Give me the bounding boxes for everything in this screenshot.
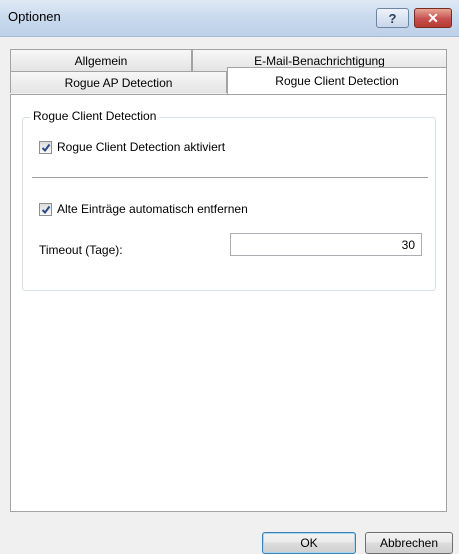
ok-button[interactable]: OK	[262, 532, 356, 554]
group-label: Rogue Client Detection	[30, 109, 160, 123]
auto-remove-checkbox[interactable]	[39, 202, 52, 216]
checkmark-icon	[41, 205, 51, 214]
enable-detection-label: Rogue Client Detection aktiviert	[57, 140, 226, 154]
tab-rogue-ap-detection[interactable]: Rogue AP Detection	[10, 71, 227, 93]
tab-label: Rogue Client Detection	[275, 74, 399, 88]
enable-detection-row[interactable]: Rogue Client Detection aktiviert	[39, 140, 225, 154]
timeout-input[interactable]	[230, 233, 422, 256]
title-bar: Optionen ? ✕	[0, 0, 459, 37]
close-icon: ✕	[427, 9, 439, 26]
close-button[interactable]: ✕	[414, 8, 452, 28]
divider	[32, 177, 428, 178]
tab-label: Rogue AP Detection	[64, 75, 173, 90]
checkmark-icon	[41, 143, 51, 152]
auto-remove-label: Alte Einträge automatisch entfernen	[57, 202, 248, 216]
cancel-button[interactable]: Abbrechen	[365, 532, 453, 554]
help-icon: ?	[388, 10, 397, 26]
help-button[interactable]: ?	[376, 8, 409, 28]
tab-label: E-Mail-Benachrichtigung	[254, 53, 385, 68]
tab-rogue-client-detection[interactable]: Rogue Client Detection	[227, 67, 447, 94]
tab-label: Allgemein	[74, 53, 128, 68]
timeout-label: Timeout (Tage):	[39, 243, 123, 257]
enable-detection-checkbox[interactable]	[39, 140, 52, 154]
window-title: Optionen	[8, 9, 61, 24]
auto-remove-row[interactable]: Alte Einträge automatisch entfernen	[39, 202, 248, 216]
tab-allgemein[interactable]: Allgemein	[10, 49, 192, 71]
